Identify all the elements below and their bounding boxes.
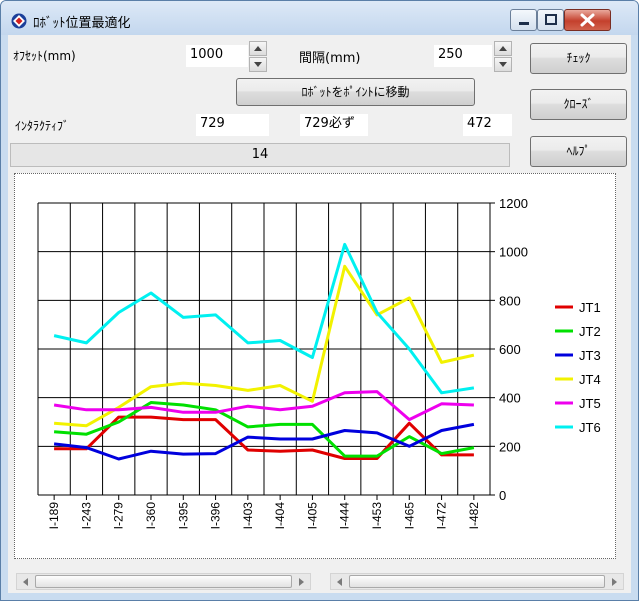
title-bar[interactable]: ﾛﾎﾞｯﾄ位置最適化 bbox=[1, 1, 638, 35]
app-logo-icon bbox=[11, 13, 27, 29]
x-tick-label: I-472 bbox=[435, 502, 449, 530]
move-robot-button[interactable]: ﾛﾎﾞｯﾄをﾎﾟｲﾝﾄに移動 bbox=[236, 78, 475, 106]
maximize-icon bbox=[545, 14, 557, 25]
offset-input[interactable]: 1000 bbox=[186, 45, 248, 67]
legend-label-jt1: JT1 bbox=[579, 300, 601, 315]
x-tick-label: I-453 bbox=[370, 502, 384, 530]
scroll-left-icon[interactable] bbox=[18, 575, 34, 589]
legend-label-jt4: JT4 bbox=[579, 372, 601, 387]
legend-label-jt2: JT2 bbox=[579, 324, 601, 339]
offset-label: ｵﾌｾｯﾄ(mm) bbox=[13, 49, 76, 63]
scroll-right-icon[interactable] bbox=[606, 575, 622, 589]
window-title: ﾛﾎﾞｯﾄ位置最適化 bbox=[33, 16, 131, 31]
interval-spin-down[interactable] bbox=[494, 57, 512, 72]
app-window: ﾛﾎﾞｯﾄ位置最適化 ｵﾌｾｯﾄ(mm) 1000 間隔(mm) 250 ﾛﾎﾞ… bbox=[0, 0, 639, 601]
close-icon bbox=[580, 13, 595, 27]
y-tick-label: 800 bbox=[499, 293, 521, 308]
x-tick-label: I-189 bbox=[47, 502, 61, 530]
maximize-button[interactable] bbox=[537, 9, 564, 31]
value-b-field: 729必ず bbox=[300, 114, 368, 136]
y-tick-label: 1000 bbox=[499, 245, 528, 260]
scroll-thumb[interactable] bbox=[349, 575, 605, 588]
x-tick-label: I-279 bbox=[112, 502, 126, 530]
chart-panel: 0 200 400 600 800 1000 1200 I-189 I-243 I-279 I-36… bbox=[14, 173, 616, 559]
value-c-field: 472 bbox=[463, 114, 512, 136]
help-button[interactable]: ﾍﾙﾌﾟ bbox=[530, 136, 627, 167]
interval-input[interactable]: 250 bbox=[434, 45, 492, 67]
minimize-button[interactable] bbox=[510, 9, 537, 31]
legend-label-jt5: JT5 bbox=[579, 396, 601, 411]
spin-down-icon bbox=[254, 62, 262, 67]
y-tick-label: 1200 bbox=[499, 196, 528, 211]
interval-label: 間隔(mm) bbox=[299, 51, 361, 66]
value-a-field: 729 bbox=[196, 114, 269, 136]
x-tick-label: I-360 bbox=[144, 502, 158, 530]
offset-spin-up[interactable] bbox=[249, 41, 267, 56]
offset-spin-down[interactable] bbox=[249, 57, 267, 72]
legend-label-jt6: JT6 bbox=[579, 420, 601, 435]
y-tick-label: 200 bbox=[499, 439, 521, 454]
x-tick-label: I-403 bbox=[241, 502, 255, 530]
x-tick-label: I-444 bbox=[338, 502, 352, 530]
interval-spin-up[interactable] bbox=[494, 41, 512, 56]
x-tick-label: I-396 bbox=[209, 502, 223, 530]
scroll-right-icon[interactable] bbox=[293, 575, 309, 589]
x-tick-label: I-465 bbox=[402, 502, 416, 530]
check-button[interactable]: ﾁｪｯｸ bbox=[530, 43, 627, 74]
y-tick-label: 400 bbox=[499, 391, 521, 406]
close-window-button[interactable] bbox=[564, 9, 611, 31]
x-tick-label: I-395 bbox=[176, 502, 190, 530]
spin-up-icon bbox=[254, 46, 262, 51]
scroll-left-icon[interactable] bbox=[332, 575, 348, 589]
x-tick-label: I-243 bbox=[79, 502, 93, 530]
x-tick-label: I-405 bbox=[305, 502, 319, 530]
joint-chart: 0 200 400 600 800 1000 1200 I-189 I-243 I-279 I-36… bbox=[37, 196, 601, 530]
scroll-thumb[interactable] bbox=[35, 575, 292, 588]
close-button[interactable]: ｸﾛｰｽﾞ bbox=[530, 89, 627, 120]
interactive-label: ｲﾝﾀﾗｸﾃｨﾌﾞ bbox=[15, 119, 70, 133]
x-tick-label: I-482 bbox=[467, 502, 481, 530]
horizontal-scrollbar-left[interactable] bbox=[16, 573, 311, 590]
legend-label-jt3: JT3 bbox=[579, 348, 601, 363]
client-area: ｵﾌｾｯﾄ(mm) 1000 間隔(mm) 250 ﾛﾎﾞｯﾄをﾎﾟｲﾝﾄに移動… bbox=[8, 35, 631, 593]
horizontal-scrollbar-right[interactable] bbox=[330, 573, 624, 590]
y-tick-label: 600 bbox=[499, 342, 521, 357]
progress-bar: 14 bbox=[10, 143, 510, 167]
spin-down-icon bbox=[499, 62, 507, 67]
y-tick-label: 0 bbox=[499, 488, 506, 503]
spin-up-icon bbox=[499, 46, 507, 51]
minimize-icon bbox=[519, 22, 529, 25]
x-tick-label: I-404 bbox=[273, 502, 287, 530]
